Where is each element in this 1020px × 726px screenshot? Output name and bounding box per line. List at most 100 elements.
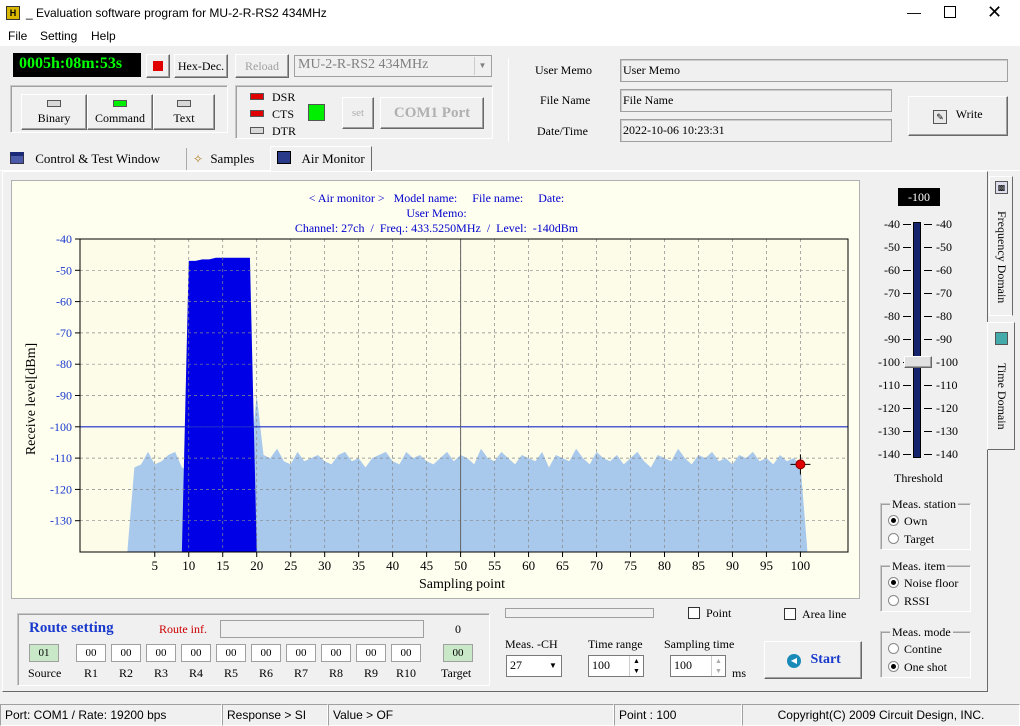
threshold-tick-mark bbox=[903, 316, 911, 317]
time-range-spin-icon[interactable]: ▲ ▼ bbox=[629, 656, 643, 676]
own-radio bbox=[888, 515, 899, 526]
threshold-tick-mark bbox=[924, 270, 932, 271]
meas-station-target[interactable]: Target bbox=[888, 532, 934, 547]
sampling-time-input[interactable]: 100 ▲ ▼ bbox=[670, 655, 726, 677]
repeater-field-r9[interactable]: 00 bbox=[356, 644, 386, 662]
threshold-tick-mark bbox=[924, 385, 932, 386]
tab-samples[interactable]: ✧ Samples bbox=[186, 148, 260, 170]
start-button[interactable]: ◀ Start bbox=[764, 641, 862, 679]
start-icon: ◀ bbox=[787, 654, 801, 668]
threshold-tick-left: -50 bbox=[884, 240, 900, 254]
tab-air-monitor[interactable]: Air Monitor bbox=[270, 146, 372, 172]
menu-bar: File Setting Help bbox=[0, 28, 1020, 46]
time-range-value: 100 bbox=[592, 658, 610, 672]
file-name-field[interactable]: File Name bbox=[620, 89, 892, 112]
maximize-icon[interactable] bbox=[944, 6, 956, 18]
meas-mode-contine[interactable]: Contine bbox=[888, 642, 942, 657]
point-check-box bbox=[688, 607, 700, 619]
sampling-spin-icon[interactable]: ▲ ▼ bbox=[711, 656, 725, 676]
x-tick-label: 20 bbox=[250, 558, 263, 573]
close-icon[interactable]: ✕ bbox=[987, 2, 1002, 23]
x-tick-label: 80 bbox=[658, 558, 671, 573]
x-tick-label: 10 bbox=[182, 558, 195, 573]
air-monitor-icon bbox=[277, 151, 291, 164]
control-window-icon bbox=[10, 152, 24, 164]
point-checkbox[interactable]: Point bbox=[688, 606, 731, 621]
y-tick-label: -120 bbox=[50, 482, 72, 496]
menu-setting[interactable]: Setting bbox=[40, 29, 77, 43]
threshold-track[interactable] bbox=[913, 222, 921, 458]
minimize-icon[interactable]: — bbox=[904, 4, 924, 20]
meas-item-rssi[interactable]: RSSI bbox=[888, 594, 929, 609]
y-tick-label: -130 bbox=[50, 514, 72, 528]
repeater-field-r1[interactable]: 00 bbox=[76, 644, 106, 662]
time-domain-icon bbox=[995, 332, 1008, 345]
x-tick-label: 5 bbox=[152, 558, 159, 573]
repeater-field-r10[interactable]: 00 bbox=[391, 644, 421, 662]
progress-bar bbox=[505, 608, 654, 618]
repeater-field-r2[interactable]: 00 bbox=[111, 644, 141, 662]
meas-ch-select[interactable]: 27 ▼ bbox=[506, 655, 562, 677]
contine-radio bbox=[888, 643, 899, 654]
cts-led bbox=[250, 110, 264, 117]
link-status-led bbox=[308, 104, 325, 121]
repeater-field-r6[interactable]: 00 bbox=[251, 644, 281, 662]
status-value: Value > OF bbox=[328, 704, 614, 726]
threshold-tick-left: -60 bbox=[884, 263, 900, 277]
text-led bbox=[177, 100, 191, 107]
repeater-field-r4[interactable]: 00 bbox=[181, 644, 211, 662]
command-button[interactable]: Command bbox=[87, 94, 153, 130]
threshold-tick-left: -130 bbox=[878, 424, 900, 438]
side-tab-frequency[interactable]: ▩ Frequency Domain bbox=[989, 176, 1013, 316]
threshold-tick-mark bbox=[924, 247, 932, 248]
text-button[interactable]: Text bbox=[153, 94, 215, 130]
x-tick-label: 90 bbox=[726, 558, 739, 573]
threshold-tick-right: -90 bbox=[936, 332, 952, 346]
threshold-thumb[interactable] bbox=[904, 356, 932, 368]
meas-station-own[interactable]: Own bbox=[888, 514, 927, 529]
side-tab-time[interactable]: Time Domain bbox=[987, 322, 1015, 450]
target-field[interactable]: 00 bbox=[443, 644, 473, 662]
noise-label: Noise floor bbox=[904, 576, 959, 590]
stop-button[interactable] bbox=[146, 54, 170, 78]
meas-item-title: Meas. item bbox=[890, 559, 948, 574]
repeater-field-r3[interactable]: 00 bbox=[146, 644, 176, 662]
time-domain-chart[interactable]: 5 10 15 20 25 30 35 40 45 50 55 60 65 70 75 80 85 90 95 100… bbox=[12, 181, 861, 600]
threshold-tick-right: -70 bbox=[936, 286, 952, 300]
route-inf-label: Route inf. bbox=[159, 622, 207, 636]
model-select[interactable]: MU-2-R-RS2 434MHz ▼ bbox=[294, 55, 492, 77]
hex-dec-button[interactable]: Hex-Dec. bbox=[174, 54, 228, 78]
model-select-value: MU-2-R-RS2 434MHz bbox=[298, 57, 429, 72]
reload-button[interactable]: Reload bbox=[235, 54, 289, 78]
user-memo-field[interactable]: User Memo bbox=[620, 59, 1008, 82]
threshold-tick-mark bbox=[903, 224, 911, 225]
meas-mode-title: Meas. mode bbox=[890, 625, 953, 640]
source-field[interactable]: 01 bbox=[29, 644, 59, 662]
status-response: Response > SI bbox=[222, 704, 328, 726]
time-range-input[interactable]: 100 ▲ ▼ bbox=[588, 655, 644, 677]
menu-help[interactable]: Help bbox=[91, 29, 116, 43]
x-tick-label: 55 bbox=[488, 558, 501, 573]
threshold-tick-mark bbox=[924, 454, 932, 455]
oneshot-label: One shot bbox=[904, 660, 947, 674]
repeater-field-r8[interactable]: 00 bbox=[321, 644, 351, 662]
ch-chevron-down-icon: ▼ bbox=[549, 661, 557, 670]
side-tab-time-label: Time Domain bbox=[995, 363, 1009, 430]
set-button[interactable]: set bbox=[342, 97, 374, 129]
y-tick-label: -50 bbox=[56, 263, 72, 277]
binary-button[interactable]: Binary bbox=[21, 94, 87, 130]
write-button[interactable]: ✎ Write bbox=[908, 96, 1008, 136]
repeater-field-r5[interactable]: 00 bbox=[216, 644, 246, 662]
area-line-checkbox[interactable]: Area line bbox=[784, 607, 846, 622]
menu-file[interactable]: File bbox=[8, 29, 27, 43]
meas-mode-oneshot[interactable]: One shot bbox=[888, 660, 947, 675]
com-port-button[interactable]: COM1 Port bbox=[380, 97, 484, 129]
threshold-tick-left: -90 bbox=[884, 332, 900, 346]
meas-item-noise[interactable]: Noise floor bbox=[888, 576, 958, 591]
repeater-label-r6: R6 bbox=[258, 666, 273, 680]
repeater-field-r7[interactable]: 00 bbox=[286, 644, 316, 662]
meas-ch-value: 27 bbox=[510, 658, 522, 672]
rssi-radio bbox=[888, 595, 899, 606]
tab-control-test[interactable]: Control & Test Window bbox=[4, 148, 166, 170]
x-tick-label: 75 bbox=[624, 558, 637, 573]
